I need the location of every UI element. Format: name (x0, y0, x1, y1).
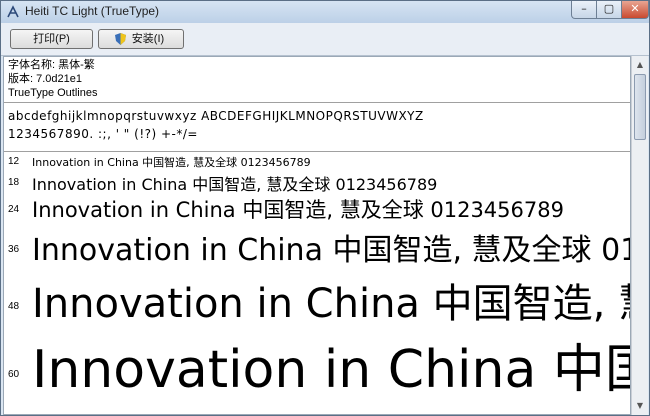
install-button[interactable]: 安装(I) (98, 29, 184, 49)
window-title: Heiti TC Light (TrueType) (25, 4, 160, 18)
font-viewer-window: Heiti TC Light (TrueType) – ▢ ✕ 打印(P) 安装… (0, 0, 650, 416)
print-button[interactable]: 打印(P) (10, 29, 93, 49)
vertical-scrollbar[interactable]: ▲ ▼ (631, 56, 648, 415)
toolbar: 打印(P) 安装(I) (1, 23, 649, 56)
charset-line-letters: abcdefghijklmnopqrstuvwxyz ABCDEFGHIJKLM… (8, 109, 424, 123)
title-bar[interactable]: Heiti TC Light (TrueType) – ▢ ✕ (1, 1, 649, 23)
scroll-up-icon[interactable]: ▲ (633, 57, 647, 73)
font-version-text: 版本: 7.0d21e1 (8, 73, 82, 85)
font-preview-pane[interactable]: 字体名称: 黑体-繁 版本: 7.0d21e1 TrueType Outline… (3, 56, 631, 415)
font-file-icon (7, 5, 19, 18)
info-divider (4, 102, 630, 103)
install-button-label: 安装(I) (131, 33, 165, 45)
font-type-text: TrueType Outlines (8, 87, 98, 99)
minimize-button[interactable]: – (571, 1, 597, 19)
charset-divider (4, 151, 630, 152)
charset-line-digits: 1234567890. :;, ' " (!?) +-*/= (8, 127, 198, 141)
uac-shield-icon (115, 33, 126, 45)
scrollbar-thumb[interactable] (634, 74, 646, 140)
font-name-text: 字体名称: 黑体-繁 (8, 59, 95, 71)
close-button[interactable]: ✕ (621, 1, 649, 19)
maximize-button[interactable]: ▢ (596, 1, 622, 19)
scroll-down-icon[interactable]: ▼ (633, 398, 647, 414)
